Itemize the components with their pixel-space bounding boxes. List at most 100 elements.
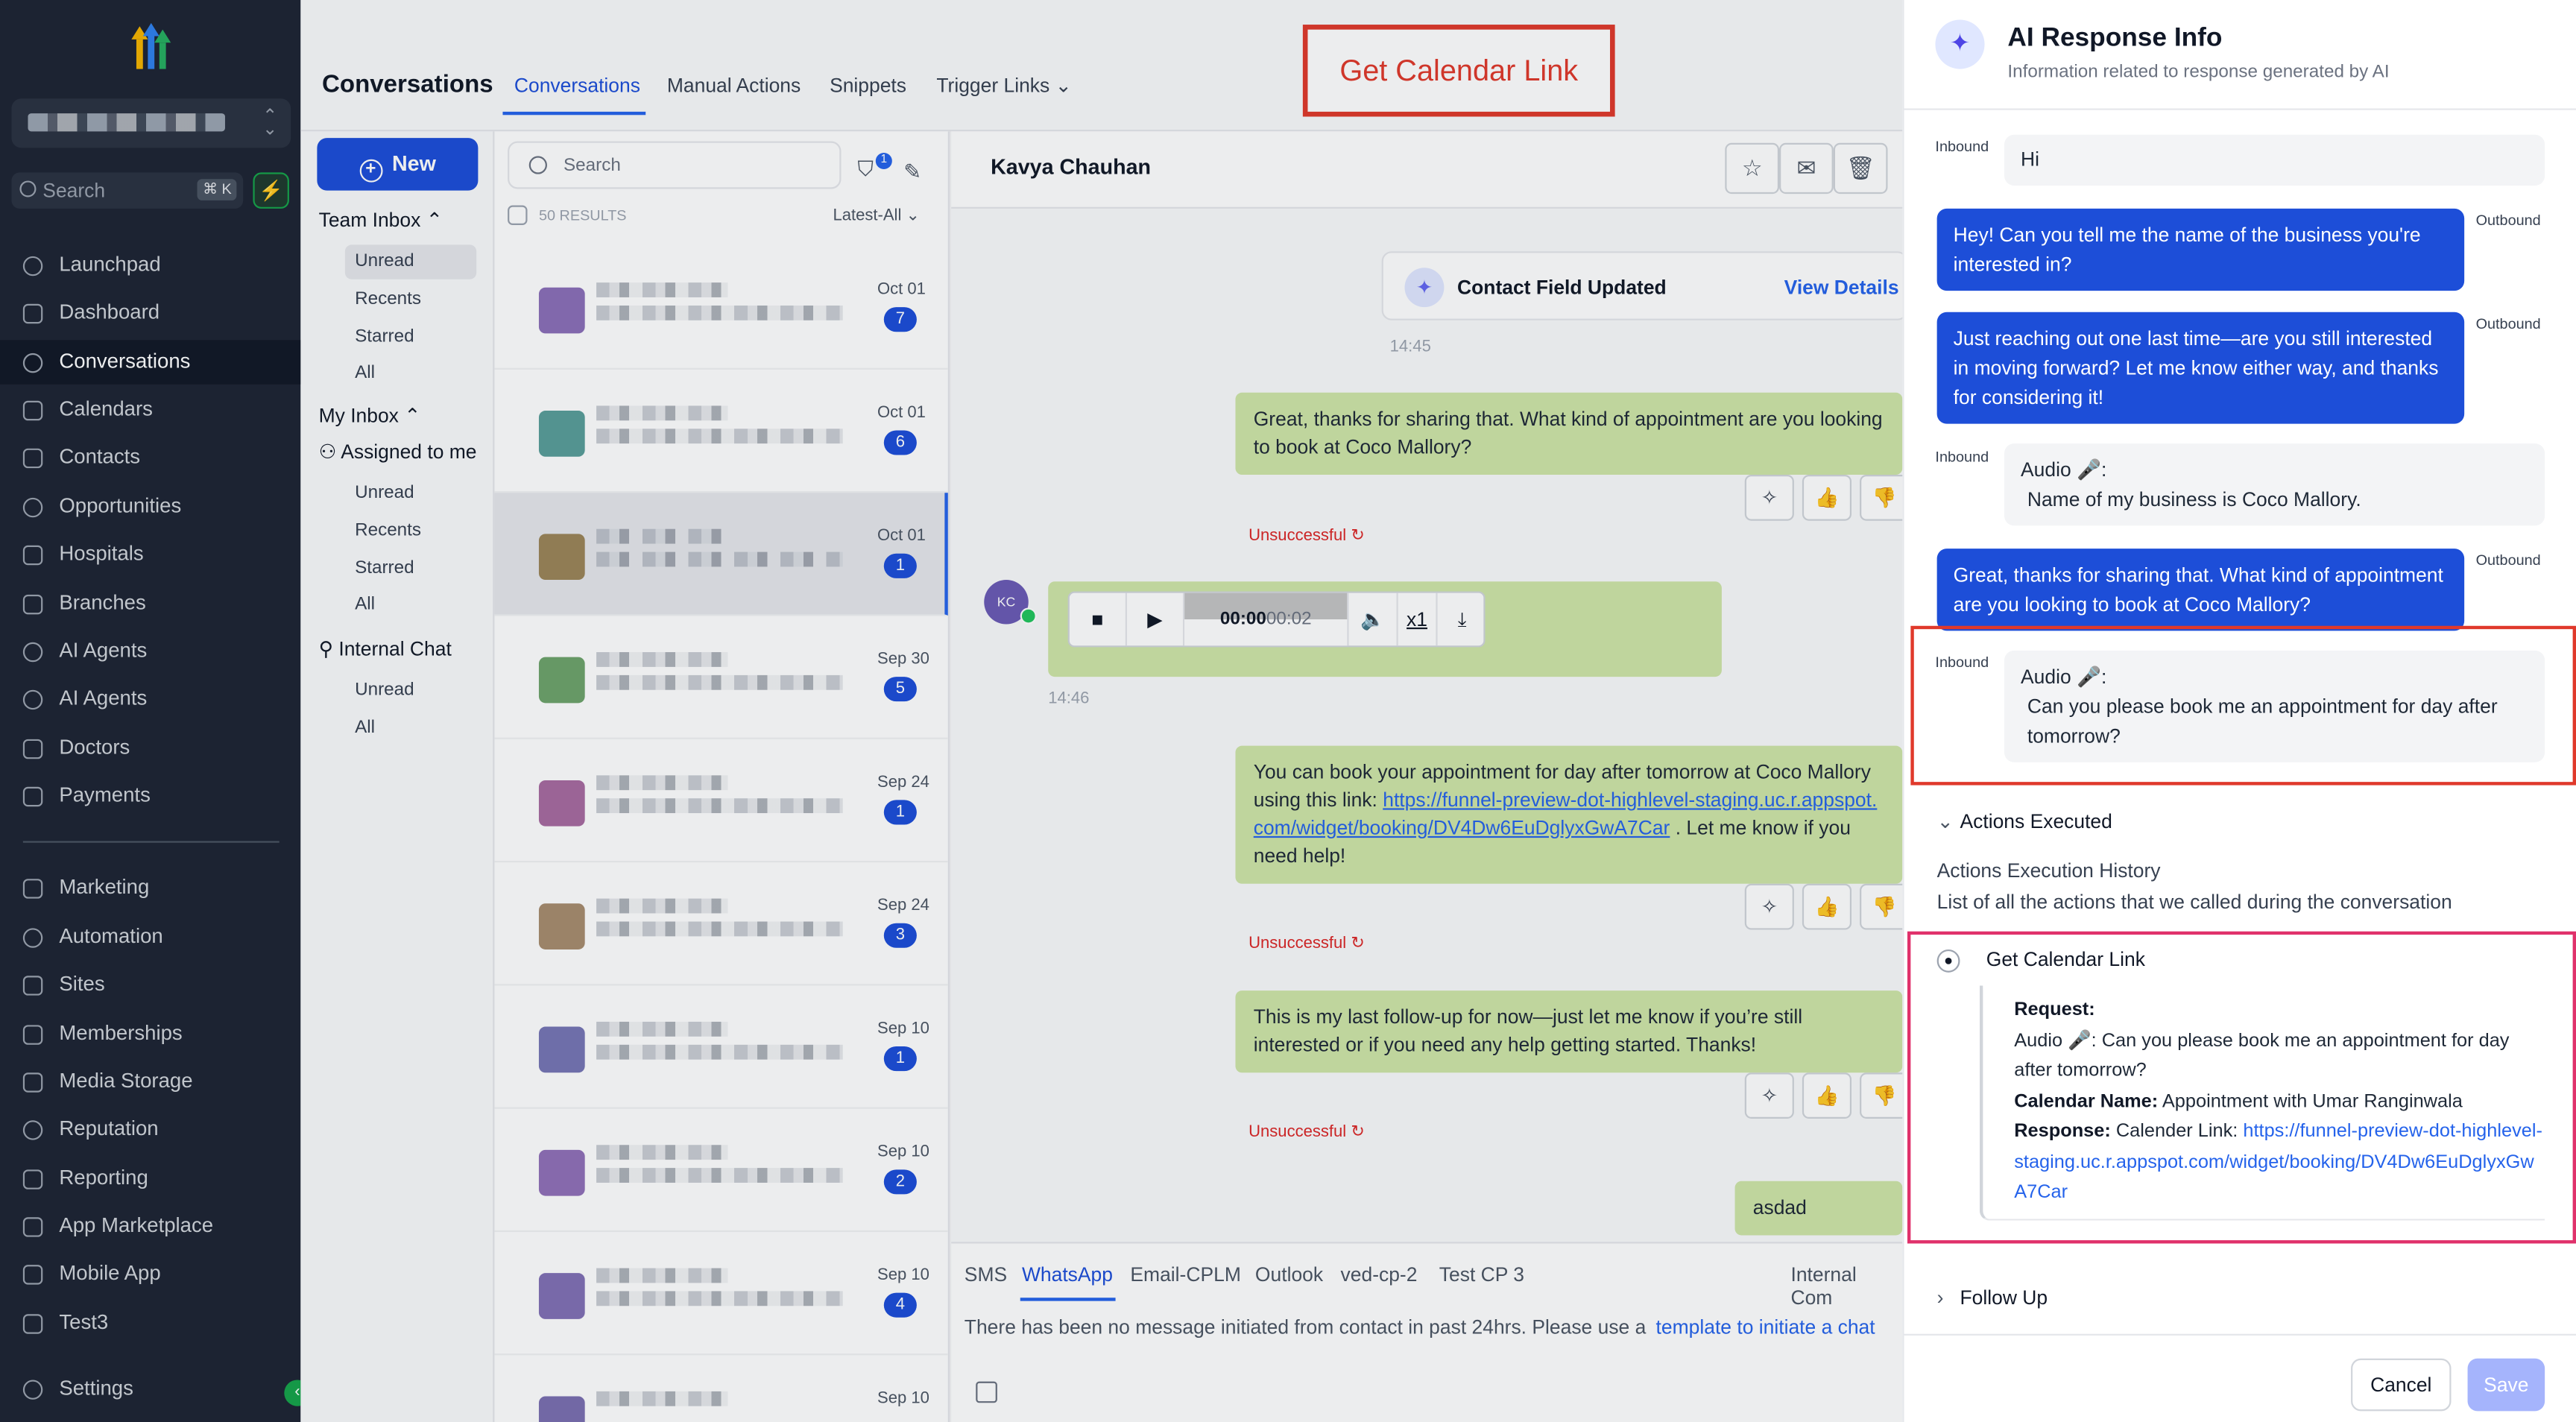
sidebar-item-hospitals[interactable]: Hospitals <box>0 532 300 577</box>
ai-sparkle-icon[interactable]: ✧ <box>1744 1072 1794 1119</box>
conversation-row[interactable]: Sep 10 1 <box>494 985 948 1109</box>
sidebar-item-opportunities[interactable]: Opportunities <box>0 484 300 529</box>
internal-chat-header[interactable]: ⚲ Internal Chat <box>319 637 452 660</box>
channel-tab-test-cp-3[interactable]: Test CP 3 <box>1439 1263 1524 1286</box>
retry-icon[interactable]: ↻ <box>1351 1124 1364 1142</box>
sidebar-item-ai-agents-2[interactable]: AI Agents <box>0 677 300 721</box>
tab-conversations[interactable]: Conversations <box>514 74 640 97</box>
sidebar-item-conversations[interactable]: Conversations <box>0 340 301 385</box>
sidebar-item-dashboard[interactable]: Dashboard <box>0 291 300 335</box>
play-icon[interactable]: ▶ <box>1127 592 1185 646</box>
team-inbox-header[interactable]: Team Inbox ⌃ <box>319 209 443 232</box>
ai-sparkle-icon[interactable]: ✧ <box>1744 474 1794 521</box>
internal-chat-unread[interactable]: Unread <box>345 674 476 708</box>
retry-icon[interactable]: ↻ <box>1351 935 1364 952</box>
redacted-preview <box>596 552 843 567</box>
sidebar-item-app-marketplace[interactable]: App Marketplace <box>0 1204 300 1249</box>
sidebar-item-media-storage[interactable]: Media Storage <box>0 1060 300 1105</box>
conversation-row[interactable]: Oct 01 6 <box>494 370 948 493</box>
sidebar-item-automation[interactable]: Automation <box>0 915 300 960</box>
thumbs-down-icon[interactable]: 👎 <box>1860 883 1910 930</box>
calendar-name-value: Appointment with Umar Ranginwala <box>2162 1091 2463 1112</box>
playback-speed[interactable]: x1 <box>1398 592 1438 646</box>
conversation-row[interactable]: Sep 24 1 <box>494 739 948 863</box>
star-icon[interactable]: ☆ <box>1725 142 1780 195</box>
new-conversation-button[interactable]: + New <box>317 138 479 191</box>
my-inbox-recents[interactable]: Recents <box>345 514 476 549</box>
thumbs-up-icon[interactable]: 👍 <box>1802 474 1852 521</box>
sidebar-item-test3[interactable]: Test3 <box>0 1301 300 1346</box>
sidebar-item-doctors[interactable]: Doctors <box>0 726 300 771</box>
channel-tab-outlook[interactable]: Outlook <box>1255 1263 1323 1286</box>
tab-trigger-links[interactable]: Trigger Links ⌄ <box>936 74 1071 97</box>
channel-tab-ved-cp-2[interactable]: ved-cp-2 <box>1341 1263 1418 1286</box>
unsuccessful-status: Unsuccessful ↻ <box>1248 528 1365 546</box>
sidebar-item-branches[interactable]: Branches <box>0 581 300 626</box>
stop-icon[interactable]: ■ <box>1070 592 1128 646</box>
channel-tab-whatsapp[interactable]: WhatsApp <box>1022 1263 1113 1286</box>
channel-tab-internal-comment[interactable]: Internal Com <box>1790 1263 1902 1309</box>
sidebar-item-reputation[interactable]: Reputation <box>0 1107 300 1152</box>
my-inbox-all[interactable]: All <box>345 588 476 622</box>
quick-action-bolt-icon[interactable]: ⚡ <box>253 172 289 209</box>
conversation-search-input[interactable]: Search <box>508 141 842 189</box>
document-icon[interactable] <box>976 1381 997 1403</box>
thumbs-up-icon[interactable]: 👍 <box>1802 1072 1852 1119</box>
cancel-button[interactable]: Cancel <box>2351 1358 2452 1412</box>
conversation-row[interactable]: Sep 10 2 <box>494 1109 948 1233</box>
sidebar-item-launchpad[interactable]: Launchpad <box>0 243 300 288</box>
thumbs-down-icon[interactable]: 👎 <box>1860 474 1910 521</box>
my-inbox-header[interactable]: My Inbox ⌃ <box>319 404 421 427</box>
ai-sparkle-icon[interactable]: ✧ <box>1744 883 1794 930</box>
sort-dropdown[interactable]: Latest-All ⌄ <box>833 207 920 225</box>
team-inbox-starred[interactable]: Starred <box>345 320 476 355</box>
channel-tab-sms[interactable]: SMS <box>965 1263 1007 1286</box>
download-icon[interactable]: ⤓ <box>1438 593 1487 646</box>
sidebar-item-memberships[interactable]: Memberships <box>0 1012 300 1057</box>
section-label: Follow Up <box>1960 1286 2048 1309</box>
channel-tab-email-cplm[interactable]: Email-CPLM <box>1130 1263 1240 1286</box>
conversation-row[interactable]: Sep 10 <box>494 1355 947 1422</box>
sidebar-item-contacts[interactable]: Contacts <box>0 435 300 480</box>
sidebar-item-settings[interactable]: Settings <box>0 1367 300 1412</box>
view-details-link[interactable]: View Details <box>1784 276 1899 299</box>
internal-chat-all[interactable]: All <box>345 711 476 745</box>
conversation-row-selected[interactable]: Oct 01 1 <box>494 493 948 616</box>
actions-executed-toggle[interactable]: ⌄ Actions Executed <box>1937 810 2112 833</box>
sidebar-item-sites[interactable]: Sites <box>0 963 300 1008</box>
account-switcher[interactable]: ⌃ ⌄ <box>11 98 291 148</box>
conversation-row[interactable]: Sep 24 3 <box>494 862 948 986</box>
follow-up-toggle[interactable]: › Follow Up <box>1937 1286 2048 1309</box>
sidebar-item-calendars[interactable]: Calendars <box>0 388 300 432</box>
unread-count-badge: 1 <box>883 553 917 578</box>
my-inbox-starred[interactable]: Starred <box>345 552 476 587</box>
assigned-to-me[interactable]: ⚇ Assigned to me <box>319 440 477 464</box>
sidebar-item-marketing[interactable]: Marketing <box>0 866 300 911</box>
conversation-row[interactable]: Sep 30 5 <box>494 616 948 739</box>
sidebar-search[interactable]: Search ⌘ K <box>11 172 244 209</box>
conversation-row[interactable]: Oct 01 7 <box>494 247 948 370</box>
trash-icon[interactable]: 🗑 <box>1833 142 1888 195</box>
volume-icon[interactable]: 🔈 <box>1349 592 1398 646</box>
thumbs-down-icon[interactable]: 👎 <box>1860 1072 1910 1119</box>
select-all-checkbox[interactable] <box>508 205 528 225</box>
template-link[interactable]: template to initiate a chat <box>1656 1315 1875 1339</box>
chevron-down-icon: ⌄ <box>906 206 920 225</box>
team-inbox-all[interactable]: All <box>345 356 476 391</box>
mail-open-icon[interactable]: ✉ <box>1779 142 1834 195</box>
sidebar-item-payments[interactable]: Payments <box>0 774 300 818</box>
retry-icon[interactable]: ↻ <box>1351 528 1364 546</box>
sidebar-item-mobile-app[interactable]: Mobile App <box>0 1252 300 1297</box>
my-inbox-unread[interactable]: Unread <box>345 476 476 511</box>
save-button[interactable]: Save <box>2467 1358 2545 1412</box>
sidebar-item-ai-agents[interactable]: AI Agents <box>0 629 300 674</box>
tab-snippets[interactable]: Snippets <box>830 74 906 97</box>
filter-icon[interactable]: ⛉ <box>858 156 874 182</box>
sidebar-item-reporting[interactable]: Reporting <box>0 1157 300 1201</box>
team-inbox-unread[interactable]: Unread <box>344 244 477 279</box>
conversation-row[interactable]: Sep 10 4 <box>494 1232 948 1356</box>
tab-manual-actions[interactable]: Manual Actions <box>667 74 801 97</box>
compose-icon[interactable]: ✎ <box>903 159 921 186</box>
thumbs-up-icon[interactable]: 👍 <box>1802 883 1852 930</box>
team-inbox-recents[interactable]: Recents <box>345 282 476 317</box>
